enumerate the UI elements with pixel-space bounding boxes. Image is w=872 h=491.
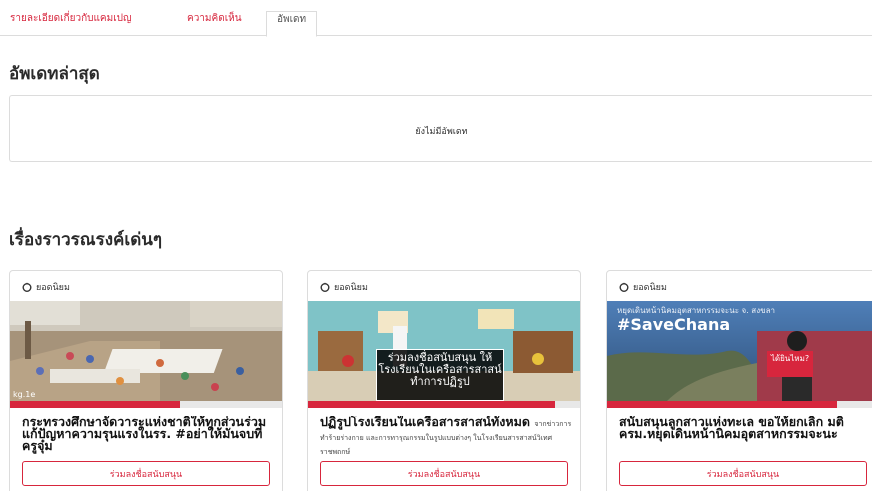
protest-sign: ได้ยินไหม? bbox=[767, 351, 813, 377]
campaign-image[interactable]: ร่วมลงชื่อสนับสนุน ให้โรงเรียนในเครือสาร… bbox=[308, 301, 580, 401]
badge-label: ยอดนิยม bbox=[633, 283, 667, 293]
signature-progress bbox=[10, 401, 282, 408]
popular-badge: ยอดนิยม bbox=[22, 280, 70, 294]
popular-badge: ยอดนิยม bbox=[619, 280, 667, 294]
badge-label: ยอดนิยม bbox=[334, 283, 368, 293]
signature-progress bbox=[308, 401, 580, 408]
campaign-card[interactable]: ยอดนิยม kg.1e กระทรวงศึกษาจัดวาระแห่งชาต… bbox=[9, 270, 283, 491]
popular-badge: ยอดนิยม bbox=[320, 280, 368, 294]
sign-button[interactable]: ร่วมลงชื่อสนับสนุน bbox=[22, 461, 270, 486]
signature-progress bbox=[607, 401, 872, 408]
fire-icon bbox=[619, 282, 629, 292]
campaign-tabs: รายละเอียดเกี่ยวกับแคมเปญ ความคิดเห็น อั… bbox=[0, 0, 872, 37]
campaign-title-text: ปฏิรูปโรงเรียนในเครือสารสาสน์ทั้งหมด bbox=[320, 416, 530, 429]
featured-heading: เรื่องราวรณรงค์เด่นๆ bbox=[9, 230, 162, 250]
sign-button[interactable]: ร่วมลงชื่อสนับสนุน bbox=[619, 461, 867, 486]
campaign-title[interactable]: ปฏิรูปโรงเรียนในเครือสารสาสน์ทั้งหมด จาก… bbox=[320, 416, 575, 454]
fire-icon bbox=[320, 282, 330, 292]
campaign-card[interactable]: ยอดนิยม ร่วมลงชื่อสนับสนุน ให้โรงเรียนใน… bbox=[307, 270, 581, 491]
campaign-title-text: สนับสนุนลูกสาวแห่งทะเล ขอให้ยกเลิก มติ ค… bbox=[619, 416, 844, 441]
tab-updates[interactable]: อัพเดท bbox=[266, 11, 318, 37]
campaign-image[interactable]: หยุดเดินหน้านิคมอุตสาหกรรมจะนะ จ. สงขลา … bbox=[607, 301, 872, 401]
sign-button[interactable]: ร่วมลงชื่อสนับสนุน bbox=[320, 461, 568, 486]
classroom-photo bbox=[10, 301, 282, 401]
image-watermark: kg.1e bbox=[13, 390, 36, 399]
badge-label: ยอดนิยม bbox=[36, 283, 70, 293]
no-updates-text: ยังไม่มีอัพเดท bbox=[415, 127, 468, 137]
latest-updates-heading: อัพเดทล่าสุด bbox=[9, 64, 100, 84]
campaign-card[interactable]: ยอดนิยม หยุดเดินหน้านิคมอุตสาหกรรมจะนะ จ… bbox=[606, 270, 872, 491]
image-hashtag: #SaveChana bbox=[617, 315, 731, 334]
campaign-title[interactable]: สนับสนุนลูกสาวแห่งทะเล ขอให้ยกเลิก มติ ค… bbox=[619, 416, 872, 454]
tab-comments[interactable]: ความคิดเห็น bbox=[183, 13, 246, 36]
image-overlay-text: ร่วมลงชื่อสนับสนุน ให้โรงเรียนในเครือสาร… bbox=[376, 349, 504, 401]
tab-campaign-details[interactable]: รายละเอียดเกี่ยวกับแคมเปญ bbox=[6, 13, 135, 36]
fire-icon bbox=[22, 282, 32, 292]
campaign-title-text: กระทรวงศึกษาจัดวาระแห่งชาติให้ทุกส่วนร่ว… bbox=[22, 416, 267, 453]
updates-panel: ยังไม่มีอัพเดท bbox=[9, 95, 872, 162]
campaign-image[interactable]: kg.1e bbox=[10, 301, 282, 401]
campaign-title[interactable]: กระทรวงศึกษาจัดวาระแห่งชาติให้ทุกส่วนร่ว… bbox=[22, 416, 277, 454]
